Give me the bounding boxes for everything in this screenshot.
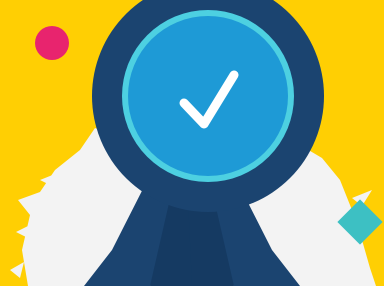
illustration	[0, 0, 384, 286]
award-illustration	[0, 0, 384, 286]
circle-dot-icon	[35, 26, 69, 60]
